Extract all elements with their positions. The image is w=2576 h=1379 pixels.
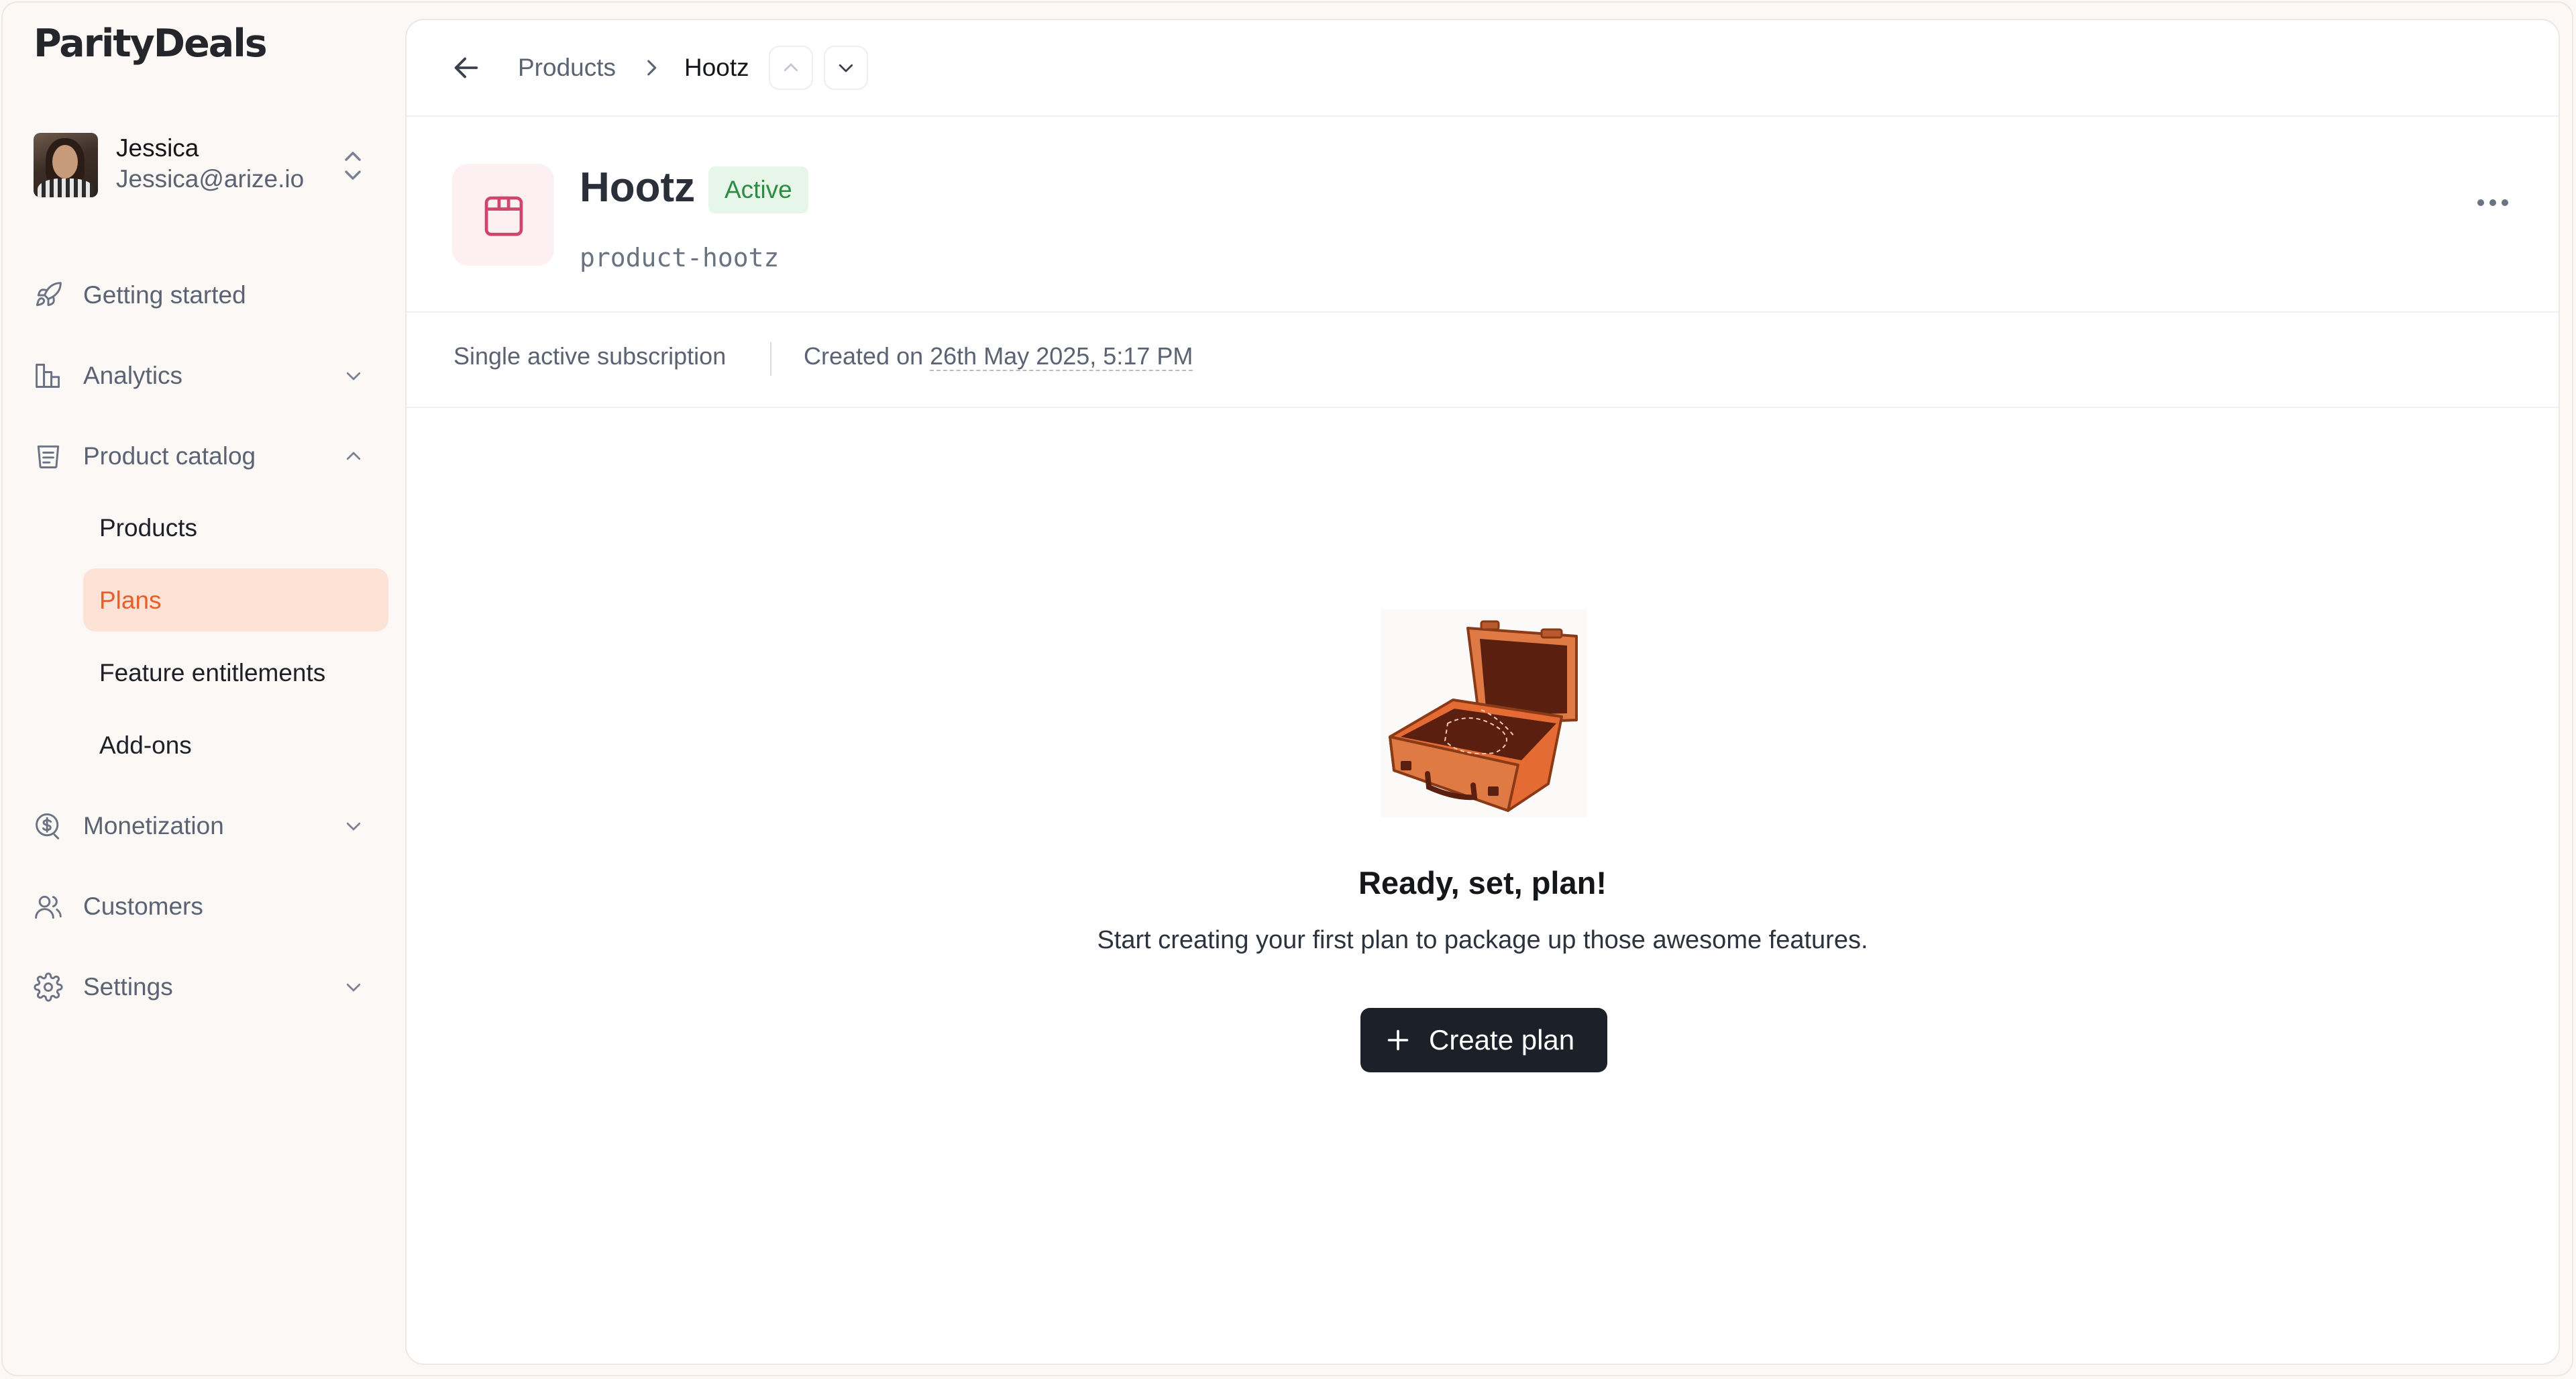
product-header: Hootz Active product-hootz: [407, 115, 2559, 313]
dollar-circle-icon: [36, 813, 60, 839]
sidebar-item-analytics[interactable]: Analytics: [34, 351, 382, 398]
chevron-up-down-icon[interactable]: [341, 148, 365, 184]
top-bar: Products Hootz: [407, 20, 2559, 117]
previous-item-button[interactable]: [769, 46, 813, 90]
sidebar-item-label: Monetization: [83, 812, 224, 839]
product-slug: product-hootz: [580, 243, 780, 272]
sidebar-item-label: Analytics: [83, 362, 183, 389]
chevron-down-icon: [346, 822, 361, 831]
sidebar-item-settings[interactable]: Settings: [34, 962, 382, 1009]
open-suitcase-illustration: [1381, 609, 1587, 817]
empty-state-title: Ready, set, plan!: [1358, 865, 1607, 901]
product-title: Hootz: [580, 164, 696, 211]
avatar: [34, 133, 98, 197]
sidebar-item-getting-started[interactable]: Getting started: [34, 270, 382, 317]
chevron-up-icon: [784, 63, 798, 72]
sidebar-item-label: Product catalog: [83, 442, 256, 470]
created-date: 26th May 2025, 5:17 PM: [930, 342, 1193, 371]
rocket-icon: [36, 282, 62, 307]
sidebar-item-customers[interactable]: Customers: [34, 882, 382, 929]
product-icon: [452, 164, 554, 266]
gear-icon: [34, 972, 63, 1002]
chevron-right-icon: [647, 60, 657, 76]
sidebar-subitem-label: Feature entitlements: [99, 659, 326, 686]
sidebar-subitem-feature-entitlements[interactable]: Feature entitlements: [83, 641, 388, 704]
created-label: Created on: [804, 342, 924, 370]
create-plan-label: Create plan: [1429, 1024, 1575, 1056]
sidebar-subitem-label: Products: [99, 514, 198, 542]
divider: [770, 342, 771, 376]
chevron-up-icon: [346, 452, 361, 460]
next-item-button[interactable]: [824, 46, 868, 90]
subscription-type: Single active subscription: [453, 342, 727, 370]
create-plan-button[interactable]: Create plan: [1360, 1008, 1607, 1072]
breadcrumb-current: Hootz: [684, 54, 749, 81]
sidebar-item-product-catalog[interactable]: Product catalog: [34, 431, 382, 478]
status-badge: Active: [708, 166, 808, 213]
sidebar-item-label: Settings: [83, 973, 173, 1001]
sidebar-item-monetization[interactable]: Monetization: [34, 801, 382, 848]
catalog-icon: [37, 445, 60, 468]
app-logo[interactable]: ParityDeals: [34, 21, 268, 66]
app-window: ParityDeals Jessica Jessica@arize.io Get…: [1, 1, 2573, 1376]
plus-icon: [1387, 1029, 1409, 1051]
bar-chart-icon: [36, 364, 60, 388]
user-email: Jessica@arize.io: [116, 165, 305, 193]
sidebar-item-label: Customers: [83, 892, 203, 920]
chevron-down-icon: [346, 983, 361, 992]
users-icon: [35, 895, 62, 919]
created-on: Created on 26th May 2025, 5:17 PM: [804, 342, 1193, 371]
more-options-icon[interactable]: [2473, 196, 2513, 209]
empty-state-description: Start creating your first plan to packag…: [1097, 926, 1868, 954]
package-icon: [484, 196, 523, 236]
sidebar-subitem-products[interactable]: Products: [83, 496, 388, 559]
back-arrow-icon[interactable]: [451, 52, 482, 83]
chevron-down-icon: [839, 64, 853, 72]
sidebar-subitem-label: Plans: [99, 586, 162, 614]
sidebar-item-label: Getting started: [83, 281, 246, 309]
user-switcher[interactable]: Jessica Jessica@arize.io: [34, 130, 382, 200]
user-name: Jessica: [116, 134, 199, 162]
breadcrumb-products-link[interactable]: Products: [518, 54, 616, 82]
sidebar-subitem-label: Add-ons: [99, 731, 192, 759]
chevron-down-icon: [346, 372, 361, 380]
main-panel: Products Hootz Hootz Active product-hoot…: [405, 19, 2560, 1365]
product-meta: Single active subscription Created on 26…: [407, 311, 2559, 408]
sidebar-subitem-add-ons[interactable]: Add-ons: [83, 713, 388, 776]
sidebar-subitem-plans[interactable]: Plans: [83, 568, 388, 631]
